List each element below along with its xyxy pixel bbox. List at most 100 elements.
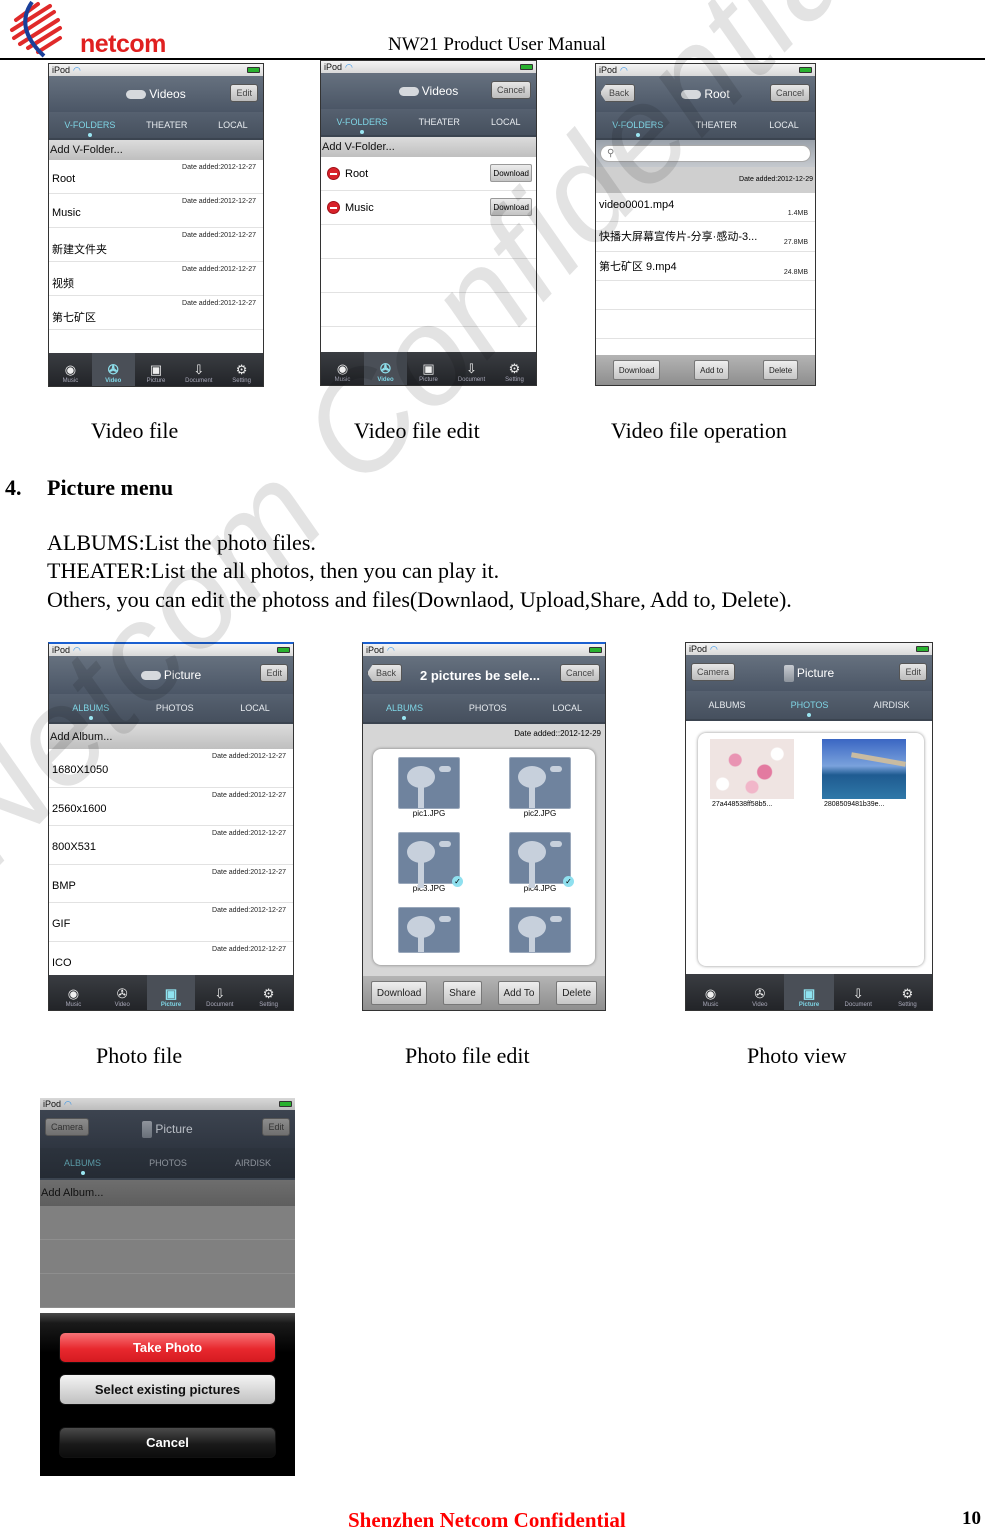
share-button[interactable]: Share — [443, 981, 482, 1005]
list-item[interactable]: 第七矿区 Date added:2012-12-27 — [49, 296, 263, 330]
edit-button[interactable]: Edit — [230, 84, 258, 102]
tab-albums[interactable]: ALBUMS — [68, 703, 113, 720]
nav-bar: Picture Edit — [49, 656, 293, 694]
tab-local[interactable]: LOCAL — [765, 120, 803, 130]
list-item[interactable]: BMP Date added:2012-12-27 — [49, 865, 293, 903]
list-item[interactable]: Music Date added:2012-12-27 — [49, 194, 263, 228]
download-button[interactable]: Download — [612, 360, 661, 380]
date-added: Date added::2012-12-29 — [514, 729, 601, 738]
back-button[interactable]: Back — [600, 84, 636, 102]
thumbnail-item[interactable]: pic1.JPG — [397, 757, 461, 818]
cancel-button[interactable]: Cancel — [559, 664, 600, 682]
add-v-folder-button[interactable]: Add V-Folder... — [49, 140, 263, 160]
edit-button[interactable]: Edit — [260, 664, 288, 682]
tab-local[interactable]: LOCAL — [487, 117, 525, 127]
list-item[interactable]: 1680X1050 Date added:2012-12-27 — [49, 749, 293, 788]
cancel-button[interactable]: Cancel — [59, 1427, 276, 1458]
list-item[interactable]: 第七矿区 9.mp4 24.8MB — [596, 252, 815, 281]
thumbnail-item[interactable]: pic2.JPG — [508, 757, 572, 818]
gear-icon: ⚙ — [262, 985, 275, 1001]
tabbar-picture[interactable]: ▣ Picture — [784, 974, 834, 1010]
tabbar-setting[interactable]: ⚙ Setting — [244, 975, 293, 1010]
camera-button[interactable]: Camera — [691, 663, 736, 681]
tabbar-setting[interactable]: ⚙ Setting — [220, 353, 263, 386]
tabbar-setting[interactable]: ⚙ Setting — [883, 974, 932, 1010]
edit-button[interactable]: Edit — [899, 663, 927, 681]
tabbar-music[interactable]: ◉ Music — [49, 353, 92, 386]
tab-v-folders[interactable]: V-FOLDERS — [60, 120, 119, 137]
tab-photos[interactable]: PHOTOS — [152, 703, 198, 713]
tabbar-picture[interactable]: ▣ Picture — [146, 975, 196, 1010]
cancel-button[interactable]: Cancel — [490, 81, 531, 99]
tab-local[interactable]: LOCAL — [236, 703, 274, 713]
tab-theater[interactable]: THEATER — [142, 120, 191, 130]
tabbar-video[interactable]: ✇ Video — [98, 975, 147, 1010]
tabbar-music[interactable]: ◉ Music — [49, 975, 98, 1010]
tab-airdisk[interactable]: AIRDISK — [869, 700, 913, 710]
tab-theater[interactable]: THEATER — [415, 117, 464, 127]
download-button[interactable]: Download — [490, 164, 532, 182]
tabbar-document[interactable]: ⇩ Document — [177, 353, 220, 386]
thumbnail-item[interactable] — [508, 907, 572, 953]
list-item[interactable]: 视频 Date added:2012-12-27 — [49, 262, 263, 296]
photo-thumbnail[interactable] — [710, 739, 794, 799]
list-item[interactable]: 快播大屏幕宣传片-分享·感动-3... 27.8MB — [596, 222, 815, 252]
tab-albums[interactable]: ALBUMS — [705, 700, 750, 710]
tabbar-music[interactable]: ◉ Music — [686, 974, 735, 1010]
tabbar-document[interactable]: ⇩ Document — [834, 974, 883, 1010]
photo-thumbnail[interactable] — [822, 739, 906, 799]
delete-minus-icon[interactable] — [327, 201, 340, 214]
section-title: Picture menu — [47, 475, 174, 500]
select-existing-pictures-button[interactable]: Select existing pictures — [59, 1374, 276, 1405]
tab-v-folders[interactable]: V-FOLDERS — [608, 120, 667, 137]
add-to-button[interactable]: Add To — [497, 981, 541, 1005]
segment-tabs: ALBUMS PHOTOS AIRDISK — [40, 1148, 295, 1180]
tabbar-document[interactable]: ⇩ Document — [195, 975, 244, 1010]
tabbar-video[interactable]: ✇ Video — [364, 352, 407, 385]
camera-button[interactable]: Camera — [45, 1118, 90, 1136]
edit-button[interactable]: Edit — [262, 1118, 290, 1136]
nav-title: Root — [704, 87, 730, 101]
tab-albums[interactable]: ALBUMS — [60, 1158, 105, 1175]
cancel-button[interactable]: Cancel — [769, 84, 810, 102]
download-button[interactable]: Download — [370, 981, 428, 1005]
add-album-button[interactable]: Add Album... — [49, 724, 293, 749]
back-button[interactable]: Back — [367, 664, 403, 682]
tabbar-document[interactable]: ⇩ Document — [450, 352, 493, 385]
download-button[interactable]: Download — [490, 198, 532, 216]
search-icon: ⚲ — [607, 148, 615, 159]
delete-minus-icon[interactable] — [327, 167, 340, 180]
search-input[interactable]: ⚲ — [600, 145, 811, 162]
tab-theater[interactable]: THEATER — [692, 120, 741, 130]
delete-button[interactable]: Delete — [763, 360, 799, 380]
battery-icon — [799, 67, 812, 73]
add-to-button[interactable]: Add to — [694, 360, 730, 380]
thumbnail-item[interactable]: ✓ pic4.JPG — [508, 832, 574, 893]
tab-photos[interactable]: PHOTOS — [465, 703, 511, 713]
tabbar-music[interactable]: ◉ Music — [321, 352, 364, 385]
list-item[interactable]: video0001.mp4 1.4MB — [596, 193, 815, 222]
list-item[interactable]: 800X531 Date added:2012-12-27 — [49, 826, 293, 865]
thumbnail-item[interactable]: ✓ pic3.JPG — [397, 832, 463, 893]
take-photo-button[interactable]: Take Photo — [59, 1332, 276, 1363]
tabbar-picture[interactable]: ▣ Picture — [407, 352, 450, 385]
tabbar-video[interactable]: ✇ Video — [735, 974, 784, 1010]
tab-v-folders[interactable]: V-FOLDERS — [333, 117, 392, 134]
tabbar-setting[interactable]: ⚙ Setting — [493, 352, 536, 385]
tabbar-picture[interactable]: ▣ Picture — [135, 353, 178, 386]
list-item[interactable]: 新建文件夹 Date added:2012-12-27 — [49, 228, 263, 262]
add-album-button[interactable]: Add Album... — [40, 1180, 295, 1206]
tab-albums[interactable]: ALBUMS — [382, 703, 427, 720]
thumbnail-item[interactable] — [397, 907, 461, 953]
list-item[interactable]: Root Date added:2012-12-27 — [49, 160, 263, 194]
tab-local[interactable]: LOCAL — [549, 703, 587, 713]
tab-photos[interactable]: PHOTOS — [145, 1158, 191, 1168]
tabbar-video[interactable]: ✇ Video — [91, 353, 135, 386]
add-v-folder-button[interactable]: Add V-Folder... — [321, 137, 536, 157]
delete-button[interactable]: Delete — [556, 981, 598, 1005]
list-item[interactable]: GIF Date added:2012-12-27 — [49, 903, 293, 942]
tab-local[interactable]: LOCAL — [214, 120, 252, 130]
list-item[interactable]: 2560x1600 Date added:2012-12-27 — [49, 788, 293, 826]
tab-photos[interactable]: PHOTOS — [787, 700, 833, 717]
tab-airdisk[interactable]: AIRDISK — [231, 1158, 275, 1168]
